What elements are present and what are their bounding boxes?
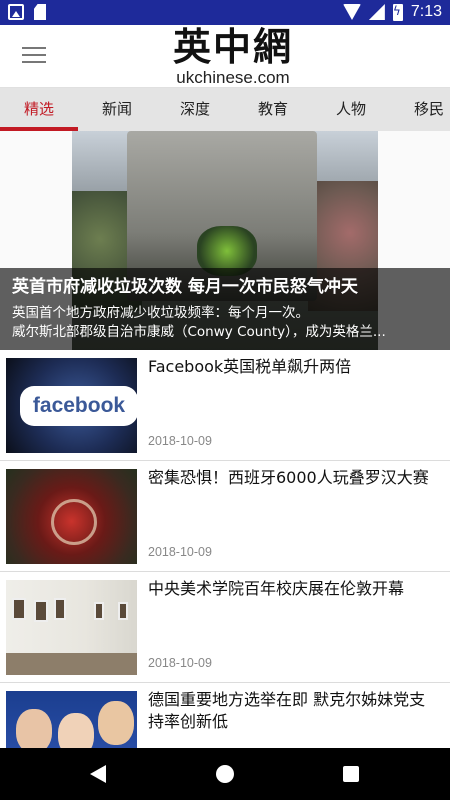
recent-apps-icon[interactable] <box>343 766 359 782</box>
logo-chinese: 英中網 <box>172 25 293 69</box>
tab-featured[interactable]: 精选 <box>0 88 78 131</box>
hero-summary-line1: 英国首个地方政府减少收垃圾频率：每个月一次。 <box>12 305 309 321</box>
news-title: 德国重要地方选举在即 默克尔姊妹党支持率创新低 <box>148 690 426 731</box>
hero-title: 英首市府减收垃圾次数 每月一次市民怒气冲天 <box>12 277 358 297</box>
news-list: facebook Facebook英国税单飙升两倍 2018-10-09 密集恐… <box>0 350 450 748</box>
tab-in-depth[interactable]: 深度 <box>156 88 234 131</box>
hero-summary-line2: 威尔斯北部郡级自治市康威（Conwy County），成为英格兰... <box>12 324 386 340</box>
sd-card-icon <box>34 4 46 20</box>
status-bar: 7:13 <box>0 0 450 25</box>
battery-charging-icon <box>392 3 403 21</box>
news-thumbnail: facebook <box>6 358 137 453</box>
list-item[interactable]: 德国重要地方选举在即 默克尔姊妹党支持率创新低 2018-10-09 <box>0 683 450 748</box>
hamburger-menu-icon[interactable] <box>22 47 46 65</box>
signal-icon <box>368 4 385 20</box>
news-title: 密集恐惧！西班牙6000人玩叠罗汉大赛 <box>148 468 429 487</box>
list-item[interactable]: facebook Facebook英国税单飙升两倍 2018-10-09 <box>0 350 450 461</box>
list-item[interactable]: 密集恐惧！西班牙6000人玩叠罗汉大赛 2018-10-09 <box>0 461 450 572</box>
image-icon <box>8 4 24 20</box>
news-thumbnail <box>6 580 137 675</box>
hero-article[interactable]: 英首市府减收垃圾次数 每月一次市民怒气冲天 英国首个地方政府减少收垃圾频率：每个… <box>0 131 450 350</box>
news-thumbnail <box>6 469 137 564</box>
status-time: 7:13 <box>410 3 442 20</box>
news-title: 中央美术学院百年校庆展在伦敦开幕 <box>148 579 405 598</box>
tab-news[interactable]: 新闻 <box>78 88 156 131</box>
news-thumbnail <box>6 691 137 748</box>
news-date: 2018-10-09 <box>148 434 212 448</box>
logo-domain: ukchinese.com <box>176 68 290 87</box>
app-header: 英中網 ukchinese.com <box>0 25 450 88</box>
category-tabs: 精选 新闻 深度 教育 人物 移民 <box>0 88 450 131</box>
tab-education[interactable]: 教育 <box>234 88 312 131</box>
back-icon[interactable] <box>90 765 106 783</box>
news-title: Facebook英国税单飙升两倍 <box>148 357 352 376</box>
home-icon[interactable] <box>216 765 234 783</box>
site-logo[interactable]: 英中網 ukchinese.com <box>158 25 308 87</box>
system-nav-bar <box>0 748 450 800</box>
facebook-logo: facebook <box>20 386 137 426</box>
list-item[interactable]: 中央美术学院百年校庆展在伦敦开幕 2018-10-09 <box>0 572 450 683</box>
tab-immigration[interactable]: 移民 <box>390 88 450 131</box>
hero-caption: 英首市府减收垃圾次数 每月一次市民怒气冲天 英国首个地方政府减少收垃圾频率：每个… <box>0 268 450 350</box>
tab-people[interactable]: 人物 <box>312 88 390 131</box>
wifi-icon <box>342 4 361 20</box>
news-date: 2018-10-09 <box>148 656 212 670</box>
news-date: 2018-10-09 <box>148 545 212 559</box>
